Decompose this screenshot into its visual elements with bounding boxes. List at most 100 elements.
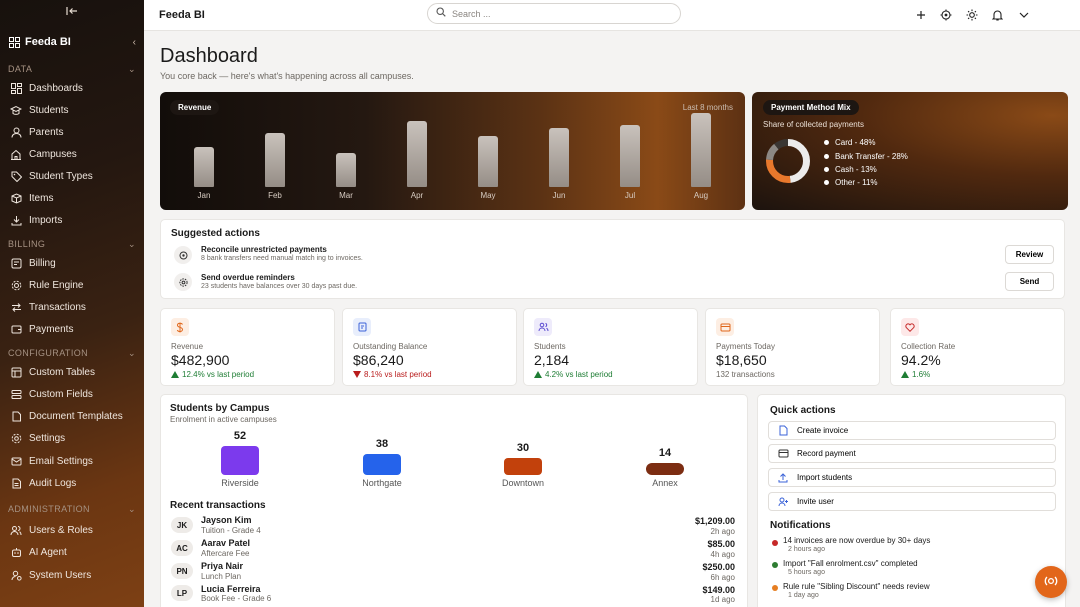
ai-assistant-button[interactable] bbox=[1035, 566, 1067, 598]
kpi-value: $18,650 bbox=[716, 352, 767, 368]
kpi-change-text: 132 transactions bbox=[716, 370, 775, 379]
transaction-time: 2h ago bbox=[710, 527, 735, 536]
kpi-collection-rate: Collection Rate 94.2% 1.6% bbox=[890, 308, 1065, 386]
sidebar-item-items[interactable]: Items bbox=[10, 190, 138, 206]
fields-icon bbox=[10, 388, 22, 400]
review-button[interactable]: Review bbox=[1005, 245, 1054, 264]
import-students-button[interactable]: Import students bbox=[768, 468, 1056, 487]
search-box[interactable] bbox=[427, 3, 681, 24]
kpi-label: Students bbox=[534, 342, 566, 351]
sidebar-item-label: Transactions bbox=[29, 301, 86, 313]
sidebar-item-payments[interactable]: Payments bbox=[10, 321, 138, 337]
sidebar-item-document-templates[interactable]: Document Templates bbox=[10, 408, 138, 424]
legend-item: Other - 11% bbox=[824, 178, 878, 187]
sidebar-item-label: Student Types bbox=[29, 170, 93, 182]
sidebar-item-settings[interactable]: Settings bbox=[10, 430, 138, 446]
sidebar-item-label: Items bbox=[29, 192, 54, 204]
notification-time: 5 hours ago bbox=[788, 569, 825, 576]
kpi-label: Outstanding Balance bbox=[353, 342, 428, 351]
transaction-name: Lucia Ferreira bbox=[201, 584, 261, 594]
sidebar-item-dashboards[interactable]: Dashboards bbox=[10, 80, 138, 96]
kpi-outstanding-balance: Outstanding Balance $86,240 8.1% vs last… bbox=[342, 308, 517, 386]
legend-dot bbox=[824, 154, 829, 159]
record-payment-button[interactable]: Record payment bbox=[768, 444, 1056, 463]
sidebar-item-label: Email Settings bbox=[29, 455, 93, 467]
target-icon[interactable] bbox=[939, 8, 953, 22]
sidebar-item-campuses[interactable]: Campuses bbox=[10, 146, 138, 162]
notification-time: 2 hours ago bbox=[788, 546, 825, 553]
search-input[interactable] bbox=[452, 8, 652, 19]
sidebar-item-system-users[interactable]: System Users bbox=[10, 567, 138, 583]
x-axis-label: Feb bbox=[268, 191, 282, 200]
sidebar-item-label: System Users bbox=[29, 569, 92, 581]
kpi-value: $482,900 bbox=[171, 352, 230, 368]
page-title: Dashboard bbox=[160, 45, 258, 67]
campus-block bbox=[363, 453, 401, 475]
x-axis-label: Jan bbox=[197, 191, 211, 200]
kpi-payments-today: Payments Today $18,650 132 transactions bbox=[705, 308, 880, 386]
sidebar-item-label: Rule Engine bbox=[29, 279, 84, 291]
legend-label: Other - 11% bbox=[835, 178, 878, 187]
create-invoice-button[interactable]: Create invoice bbox=[768, 421, 1056, 440]
users-icon bbox=[10, 524, 22, 536]
section-administration[interactable]: ADMINISTRATION ⌄ bbox=[8, 504, 136, 515]
log-icon bbox=[10, 477, 22, 489]
sidebar-item-custom-fields[interactable]: Custom Fields bbox=[10, 386, 138, 402]
legend-dot bbox=[824, 180, 829, 185]
campus-count: 30 bbox=[516, 442, 530, 455]
suggestion-title: Reconcile unrestricted payments bbox=[201, 245, 327, 254]
x-axis-label: May bbox=[480, 191, 496, 200]
sidebar-item-email-settings[interactable]: Email Settings bbox=[10, 453, 138, 469]
x-axis-label: Apr bbox=[410, 191, 424, 200]
revenue-bar bbox=[407, 121, 427, 187]
bell-icon[interactable] bbox=[990, 8, 1004, 22]
sidebar-item-ai-agent[interactable]: AI Agent bbox=[10, 544, 138, 560]
campus-name: Riverside bbox=[221, 478, 259, 488]
sidebar-item-label: Parents bbox=[29, 126, 64, 138]
table-icon bbox=[10, 366, 22, 378]
section-billing[interactable]: BILLING ⌄ bbox=[8, 239, 136, 250]
sidebar: Feeda BI ‹ DATA ⌄ Dashboards Students Par… bbox=[0, 0, 144, 607]
kpi-change-text: 8.1% vs last period bbox=[364, 370, 432, 379]
kpi-label: Revenue bbox=[171, 342, 204, 351]
campus-block bbox=[646, 463, 684, 475]
triangle-up-icon bbox=[534, 371, 542, 378]
sidebar-item-label: AI Agent bbox=[29, 546, 67, 558]
brand-switcher[interactable]: Feeda BI ‹ bbox=[8, 34, 136, 50]
notification-text: Rule rule "Sibling Discount" needs revie… bbox=[783, 582, 930, 591]
plus-icon[interactable] bbox=[914, 8, 928, 22]
sidebar-item-student-types[interactable]: Student Types bbox=[10, 168, 138, 184]
transaction-desc: Lunch Plan bbox=[201, 572, 242, 581]
transaction-name: Priya Nair bbox=[201, 561, 244, 571]
kpi-change-text: 1.6% bbox=[912, 370, 931, 379]
sidebar-item-imports[interactable]: Imports bbox=[10, 212, 138, 228]
sun-icon[interactable] bbox=[965, 8, 979, 22]
sidebar-item-rule-engine[interactable]: Rule Engine bbox=[10, 277, 138, 293]
sidebar-item-audit-logs[interactable]: Audit Logs bbox=[10, 475, 138, 491]
sidebar-item-transactions[interactable]: Transactions bbox=[10, 299, 138, 315]
card-icon bbox=[777, 448, 789, 460]
sidebar-item-users-roles[interactable]: Users & Roles bbox=[10, 522, 138, 538]
kpi-change: 4.2% vs last period bbox=[534, 370, 613, 379]
sidebar-item-label: Imports bbox=[29, 214, 63, 226]
kpi-change: 132 transactions bbox=[716, 370, 775, 379]
revenue-chart-card: Revenue Last 8 months Jan Feb Mar Apr May Jun… bbox=[160, 92, 745, 210]
avatar: PN bbox=[171, 563, 193, 579]
notification-dot bbox=[772, 540, 778, 546]
section-data[interactable]: DATA ⌄ bbox=[8, 64, 136, 75]
avatar: AC bbox=[171, 540, 193, 556]
sidebar-item-students[interactable]: Students bbox=[10, 102, 138, 118]
collapse-sidebar-icon[interactable] bbox=[66, 6, 78, 19]
transaction-name: Aarav Patel bbox=[201, 538, 251, 548]
settings-icon bbox=[10, 432, 22, 444]
send-button[interactable]: Send bbox=[1005, 272, 1054, 291]
sidebar-item-parents[interactable]: Parents bbox=[10, 124, 138, 140]
kpi-change: 1.6% bbox=[901, 370, 930, 379]
chevron-down-icon[interactable] bbox=[1017, 8, 1031, 22]
sidebar-item-custom-tables[interactable]: Custom Tables bbox=[10, 364, 138, 380]
section-configuration[interactable]: CONFIGURATION ⌄ bbox=[8, 348, 136, 359]
search-icon bbox=[436, 7, 446, 20]
sidebar-item-billing[interactable]: Billing bbox=[10, 255, 138, 271]
transaction-amount: $149.00 bbox=[702, 585, 735, 595]
invite-user-button[interactable]: Invite user bbox=[768, 492, 1056, 511]
